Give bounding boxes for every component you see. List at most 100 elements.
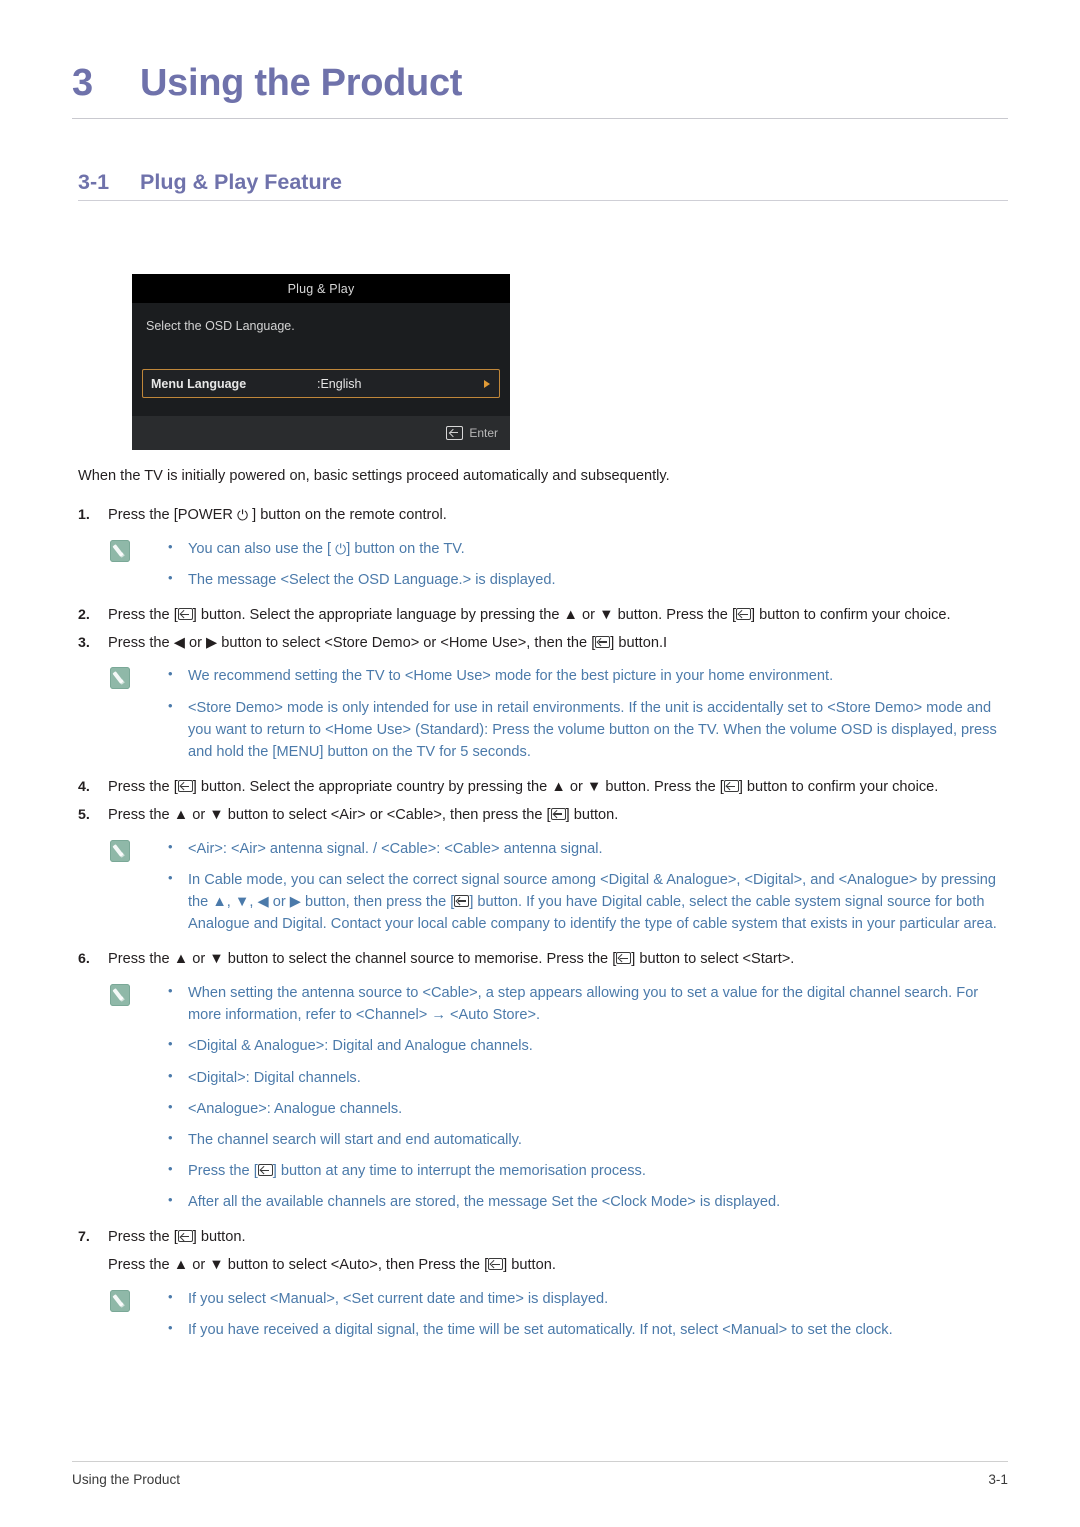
step-7-substep: Press the ▲ or ▼ button to select <Auto>…	[108, 1255, 1008, 1276]
osd-titlebar: Plug & Play	[132, 274, 510, 303]
step-text-part: Press the [	[108, 779, 178, 796]
enter-key-icon	[488, 1258, 504, 1271]
note-text-part: Press the [	[188, 1163, 258, 1180]
page-footer: Using the Product 3-1	[72, 1472, 1008, 1487]
step-text-part: Press the ▲ or ▼ button to select <Auto>…	[108, 1257, 489, 1274]
note-after-step-1: You can also use the [ ⏻] button on the …	[78, 537, 1008, 591]
step-1: 1. Press the [POWER ⏻ ] button on the re…	[78, 505, 1008, 526]
step-5-number: 5.	[78, 806, 90, 823]
step-text-part: ] button.	[503, 1257, 556, 1274]
step-text-part: Press the [	[108, 1229, 178, 1246]
note-pencil-icon	[110, 984, 130, 1006]
chevron-right-icon	[484, 379, 490, 388]
section-title: Plug & Play Feature	[140, 170, 342, 194]
step-text-part: ] button to confirm your choice.	[751, 607, 951, 624]
step-7-text: Press the [ ] button.	[108, 1227, 1008, 1248]
chapter-divider	[72, 118, 1008, 119]
note-pencil-icon	[110, 1289, 130, 1312]
footer-page-number: 3-1	[988, 1472, 1008, 1487]
step-2-text: Press the [] button. Select the appropri…	[108, 605, 1008, 626]
note-text-part: ] button on the TV.	[346, 540, 465, 557]
note-list: <Air>: <Air> antenna signal. / <Cable>: …	[166, 837, 1008, 936]
note-list: If you select <Manual>, <Set current dat…	[166, 1287, 1008, 1341]
osd-footer: Enter	[132, 416, 510, 450]
step-5-text: Press the ▲ or ▼ button to select <Air> …	[108, 805, 1008, 826]
enter-key-icon	[595, 635, 611, 648]
note-after-step-5: <Air>: <Air> antenna signal. / <Cable>: …	[78, 837, 1008, 936]
step-text-part: ] button.I	[610, 634, 668, 651]
enter-key-icon	[177, 1230, 193, 1243]
list-item: The message <Select the OSD Language.> i…	[166, 568, 1008, 591]
list-item: <Analogue>: Analogue channels.	[166, 1097, 1008, 1120]
step-2-number: 2.	[78, 607, 90, 624]
note-list: We recommend setting the TV to <Home Use…	[166, 664, 1008, 764]
list-item: <Digital>: Digital channels.	[166, 1066, 1008, 1089]
power-icon: ⏻	[236, 506, 249, 523]
enter-key-icon	[723, 780, 739, 793]
step-text-part: ] button to confirm your choice.	[738, 779, 939, 796]
list-item: <Air>: <Air> antenna signal. / <Cable>: …	[166, 837, 1008, 860]
step-text-part: ] button.	[565, 806, 619, 823]
chapter-title: Using the Product	[140, 62, 463, 104]
note-text-part: You can also use the [	[188, 540, 336, 557]
note-text-part: ] button at any time to interrupt the me…	[272, 1163, 646, 1180]
step-1-text-before: Press the [POWER	[108, 506, 237, 523]
step-6-text: Press the ▲ or ▼ button to select the ch…	[108, 949, 1008, 970]
list-item: We recommend setting the TV to <Home Use…	[166, 664, 1008, 687]
note-pencil-icon	[110, 539, 130, 562]
step-text-part: Press the ◀ or ▶ button to select <Store…	[108, 634, 596, 651]
footer-divider	[72, 1461, 1008, 1462]
list-item: If you select <Manual>, <Set current dat…	[166, 1287, 1008, 1310]
step-3-text: Press the ◀ or ▶ button to select <Store…	[108, 633, 1008, 654]
list-item: After all the available channels are sto…	[166, 1190, 1008, 1213]
enter-key-icon	[454, 894, 470, 907]
step-6: 6. Press the ▲ or ▼ button to select the…	[78, 949, 1008, 970]
enter-key-icon	[177, 608, 193, 621]
osd-menu-language-label: Menu Language	[151, 376, 247, 391]
section-number: 3-1	[78, 170, 110, 194]
list-item: <Digital & Analogue>: Digital and Analog…	[166, 1034, 1008, 1057]
note-pencil-icon	[110, 839, 130, 862]
osd-prompt: Select the OSD Language.	[146, 319, 295, 333]
step-4-text: Press the [ ] button. Select the appropri…	[108, 777, 1008, 798]
step-text-part: Press the ▲ or ▼ button to select the ch…	[108, 951, 617, 968]
enter-key-icon	[446, 426, 464, 440]
note-list: You can also use the [ ⏻] button on the …	[166, 537, 1008, 591]
step-text-part: Press the ▲ or ▼ button to select <Air> …	[108, 806, 551, 823]
step-4-number: 4.	[78, 779, 90, 796]
step-1-number: 1.	[78, 506, 90, 523]
step-5: 5. Press the ▲ or ▼ button to select <Ai…	[78, 805, 1008, 826]
step-4: 4. Press the [ ] button. Select the appro…	[78, 777, 1008, 798]
instructions-body: When the TV is initially powered on, bas…	[78, 466, 1008, 1355]
plug-and-play-osd-figure: Plug & Play Select the OSD Language. Men…	[132, 274, 510, 450]
step-3: 3. Press the ◀ or ▶ button to select <St…	[78, 633, 1008, 654]
step-text-part: ] button. Select the appropriate languag…	[192, 607, 737, 624]
step-1-text-after: ] button on the remote control.	[248, 506, 447, 523]
chapter-heading: 3 Using the Product	[72, 62, 1008, 105]
list-item: In Cable mode, you can select the correc…	[166, 868, 1008, 936]
section-divider	[78, 200, 1008, 201]
intro-paragraph: When the TV is initially powered on, bas…	[78, 468, 670, 484]
list-item: If you have received a digital signal, t…	[166, 1318, 1008, 1341]
osd-menu-language-row[interactable]: Menu Language :English	[142, 369, 500, 398]
step-2: 2. Press the [] button. Select the appro…	[78, 605, 1008, 626]
list-item: Press the [ ] button at any time to inter…	[166, 1159, 1008, 1182]
enter-key-icon	[177, 780, 193, 793]
note-pencil-icon	[110, 667, 130, 690]
list-item: You can also use the [ ⏻] button on the …	[166, 537, 1008, 560]
power-icon: ⏻	[335, 540, 347, 557]
list-item: When setting the antenna source to <Cabl…	[166, 981, 1008, 1026]
enter-key-icon	[616, 952, 632, 965]
list-item: <Store Demo> mode is only intended for u…	[166, 696, 1008, 764]
osd-title: Plug & Play	[287, 281, 355, 296]
list-item: The channel search will start and end au…	[166, 1128, 1008, 1151]
step-text-part: ] button. Select the appropriate country…	[192, 779, 724, 796]
step-text-part: ] button.	[192, 1229, 246, 1246]
osd-menu-language-value: :English	[317, 376, 362, 391]
step-1-text: Press the [POWER ⏻ ] button on the remot…	[108, 505, 1008, 526]
note-after-step-7: If you select <Manual>, <Set current dat…	[78, 1287, 1008, 1341]
enter-key-icon	[736, 608, 752, 621]
manual-page: 3 Using the Product 3-1 Plug & Play Feat…	[0, 0, 1080, 1527]
footer-left-text: Using the Product	[72, 1472, 181, 1487]
note-list: When setting the antenna source to <Cabl…	[166, 981, 1008, 1213]
